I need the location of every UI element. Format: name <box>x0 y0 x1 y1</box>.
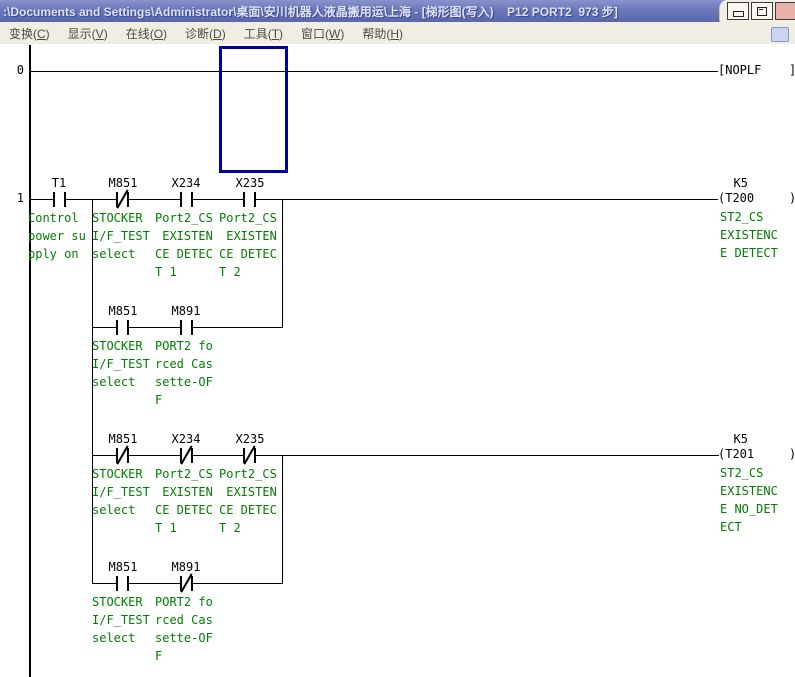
device-comment: PORT2 fo rced Cas sette-OF F <box>155 337 213 409</box>
device-comment: PORT2 fo rced Cas sette-OF F <box>155 593 213 665</box>
rung-line <box>29 199 718 200</box>
left-bus-bar <box>29 45 31 677</box>
rung-number-1: 1 <box>2 191 24 206</box>
minimize-button[interactable] <box>727 2 749 20</box>
device-label-M851: M851 <box>109 432 138 447</box>
device-label-X234: X234 <box>172 176 201 191</box>
device-comment: Port2_CS EXISTEN CE DETEC T 2 <box>219 209 277 281</box>
menu-bar: 变换(C)显示(V)在线(O)诊断(D)工具(T)窗口(W)帮助(H) <box>0 22 795 45</box>
menu-item-W[interactable]: 窗口(W) <box>292 23 353 44</box>
device-label-M891: M891 <box>172 560 201 575</box>
rung-line <box>29 71 718 72</box>
device-label-T1: T1 <box>52 176 66 191</box>
restore-button[interactable] <box>751 2 773 20</box>
menu-item-H[interactable]: 帮助(H) <box>353 23 412 44</box>
child-window-icon[interactable] <box>771 27 789 42</box>
device-comment: Control power su pply on <box>28 209 86 263</box>
nc-slash <box>180 445 192 464</box>
title-bar: :\Documents and Settings\Administrator\桌… <box>0 0 795 22</box>
device-comment: STOCKER I/F_TEST select <box>92 593 150 647</box>
device-label-X235: X235 <box>236 176 265 191</box>
contact-M851[interactable] <box>116 192 129 207</box>
device-label-X234: X234 <box>172 432 201 447</box>
contact-M891[interactable] <box>180 320 193 335</box>
menu-item-T[interactable]: 工具(T) <box>235 23 292 44</box>
contact-M851[interactable] <box>116 576 129 591</box>
coil-preset: K5 <box>718 432 748 447</box>
device-comment: Port2_CS EXISTEN CE DETEC T 1 <box>155 209 213 281</box>
restore-icon <box>757 7 767 16</box>
branch-join-line <box>282 455 283 583</box>
contact-X235[interactable] <box>243 192 256 207</box>
device-label-M891: M891 <box>172 304 201 319</box>
menu-item-O[interactable]: 在线(O) <box>117 23 176 44</box>
coil-preset: K5 <box>718 176 748 191</box>
nc-slash <box>243 445 255 464</box>
menu-item-C[interactable]: 变换(C) <box>0 23 59 44</box>
nc-slash <box>116 445 128 464</box>
contact-T1[interactable] <box>53 192 66 207</box>
device-comment: Port2_CS EXISTEN CE DETEC T 1 <box>155 465 213 537</box>
contact-X234[interactable] <box>180 192 193 207</box>
device-comment: STOCKER I/F_TEST select <box>92 337 150 391</box>
device-comment: STOCKER I/F_TEST select <box>92 209 150 263</box>
application-window: :\Documents and Settings\Administrator\桌… <box>0 0 795 677</box>
minimize-icon <box>733 11 744 17</box>
menu-item-V[interactable]: 显示(V) <box>59 23 117 44</box>
device-label-M851: M851 <box>109 560 138 575</box>
contact-X234[interactable] <box>180 448 193 463</box>
device-label-M851: M851 <box>109 176 138 191</box>
branch-join-line <box>282 199 283 327</box>
rung-number-0: 0 <box>2 63 24 78</box>
cell-cursor[interactable] <box>219 46 288 173</box>
contact-M851[interactable] <box>116 320 129 335</box>
device-label-X235: X235 <box>236 432 265 447</box>
device-comment: Port2_CS EXISTEN CE DETEC T 2 <box>219 465 277 537</box>
coil-close-paren: ) <box>789 447 795 462</box>
contact-M891[interactable] <box>180 576 193 591</box>
coil-T201[interactable]: (T201 <box>718 447 754 462</box>
nc-slash <box>116 189 128 208</box>
device-label-M851: M851 <box>109 304 138 319</box>
ladder-editor[interactable]: 0 [NOPLF] 1 T1 Control power su pply on M851 S… <box>0 44 795 677</box>
instruction-close-bracket: ] <box>789 63 795 78</box>
contact-X235[interactable] <box>243 448 256 463</box>
branch-drop-line <box>92 199 93 583</box>
nc-slash <box>180 573 192 592</box>
coil-comment: ST2_CS EXISTENC E NO_DET ECT <box>720 464 778 536</box>
contact-M851[interactable] <box>116 448 129 463</box>
window-title: :\Documents and Settings\Administrator\桌… <box>3 3 723 20</box>
menu-item-D[interactable]: 诊断(D) <box>176 23 235 44</box>
window-controls <box>719 0 795 22</box>
coil-close-paren: ) <box>789 191 795 206</box>
instruction-noplf[interactable]: [NOPLF <box>718 63 761 78</box>
coil-T200[interactable]: (T200 <box>718 191 754 206</box>
device-comment: STOCKER I/F_TEST select <box>92 465 150 519</box>
close-button[interactable] <box>775 2 795 20</box>
coil-comment: ST2_CS EXISTENC E DETECT <box>720 208 778 262</box>
